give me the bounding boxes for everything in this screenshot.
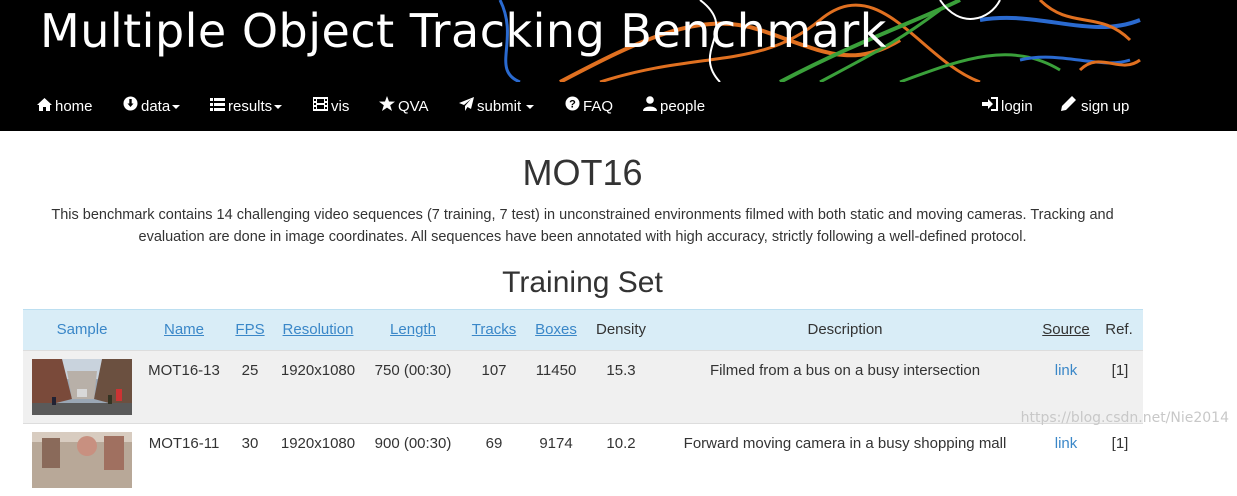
cell-tracks: 107 — [481, 362, 507, 379]
cell-fps: 25 — [241, 362, 259, 379]
chevron-down-icon — [172, 105, 181, 110]
nav-login[interactable]: login — [982, 82, 1033, 131]
svg-text:?: ? — [569, 99, 576, 111]
nav-qva-label: QVA — [398, 98, 429, 115]
col-source: Source — [1042, 321, 1090, 338]
cell-name: MOT16-11 — [148, 435, 220, 452]
col-description: Description — [807, 321, 883, 338]
list-icon — [210, 82, 225, 131]
table-row: MOT16-11 30 1920x1080 900 (00:30) 69 917… — [23, 423, 1143, 496]
col-length[interactable]: Length — [390, 310, 436, 350]
nav-signup-label: sign up — [1081, 98, 1130, 115]
chevron-down-icon — [274, 105, 283, 110]
nav-data[interactable]: data — [123, 82, 181, 131]
cell-description: Filmed from a bus on a busy intersection — [709, 362, 981, 379]
cell-fps: 30 — [241, 435, 259, 452]
question-icon: ? — [565, 82, 580, 131]
pencil-icon — [1061, 82, 1076, 131]
col-name[interactable]: Name — [164, 310, 204, 350]
site-title: Multiple Object Tracking Benchmark — [40, 4, 887, 58]
table-row: MOT16-13 25 1920x1080 750 (00:30) 107 11… — [23, 350, 1143, 423]
login-icon — [982, 82, 998, 131]
nav-home-label: home — [55, 98, 93, 115]
nav-data-label: data — [141, 98, 171, 115]
nav-home[interactable]: home — [37, 82, 93, 131]
col-resolution[interactable]: Resolution — [283, 310, 354, 350]
home-icon — [37, 82, 52, 131]
cell-length: 750 (00:30) — [374, 362, 452, 379]
col-density: Density — [595, 321, 647, 338]
benchmark-description: This benchmark contains 14 challenging v… — [51, 207, 1114, 245]
site-banner: Multiple Object Tracking Benchmark — [0, 0, 1237, 82]
nav-results-label: results — [228, 98, 273, 115]
cell-description: Forward moving camera in a busy shopping… — [683, 435, 1007, 452]
nav-signup[interactable]: sign up — [1061, 82, 1129, 131]
cell-ref[interactable]: [1] — [1112, 434, 1129, 454]
star-icon — [379, 82, 395, 131]
nav-vis[interactable]: vis — [313, 82, 349, 131]
cell-length: 900 (00:30) — [374, 435, 452, 452]
nav-login-label: login — [1001, 98, 1033, 115]
col-sample: Sample — [56, 321, 108, 338]
sample-thumbnail[interactable] — [32, 432, 132, 488]
section-title: Training Set — [502, 266, 663, 299]
col-tracks[interactable]: Tracks — [472, 310, 516, 350]
film-icon — [313, 82, 328, 131]
sample-thumbnail[interactable] — [32, 359, 132, 415]
col-boxes[interactable]: Boxes — [535, 310, 577, 350]
nav-qva[interactable]: QVA — [379, 82, 429, 131]
cell-boxes: 11450 — [535, 362, 577, 379]
training-set-table: Sample Name FPS Resolution Length Tracks… — [23, 309, 1143, 496]
page-title: MOT16 — [522, 152, 643, 193]
source-link[interactable]: link — [1055, 361, 1078, 381]
send-icon — [459, 82, 474, 131]
cell-ref[interactable]: [1] — [1112, 361, 1129, 381]
col-fps[interactable]: FPS — [235, 310, 264, 350]
nav-faq[interactable]: ? FAQ — [565, 82, 613, 131]
cell-tracks: 69 — [485, 435, 503, 452]
col-ref: Ref. — [1105, 321, 1133, 338]
main-navbar: home data results vis QVA submit ? FAQ p… — [0, 82, 1237, 131]
cell-resolution: 1920x1080 — [280, 362, 356, 379]
nav-people[interactable]: people — [643, 82, 705, 131]
chevron-down-icon — [526, 105, 535, 110]
watermark: https://blog.csdn.net/Nie2014 — [1020, 410, 1229, 426]
cell-density: 10.2 — [606, 435, 636, 452]
nav-submit-label: submit — [477, 98, 522, 115]
cell-boxes: 9174 — [539, 435, 573, 452]
cell-density: 15.3 — [606, 362, 636, 379]
cell-resolution: 1920x1080 — [280, 435, 356, 452]
nav-people-label: people — [660, 98, 706, 115]
nav-vis-label: vis — [331, 98, 350, 115]
source-link[interactable]: link — [1055, 434, 1078, 454]
user-icon — [643, 82, 657, 131]
download-icon — [123, 82, 138, 131]
cell-name: MOT16-13 — [148, 362, 220, 379]
nav-submit[interactable]: submit — [459, 82, 535, 131]
table-header: Sample Name FPS Resolution Length Tracks… — [23, 309, 1143, 350]
nav-results[interactable]: results — [210, 82, 283, 131]
nav-faq-label: FAQ — [583, 98, 614, 115]
